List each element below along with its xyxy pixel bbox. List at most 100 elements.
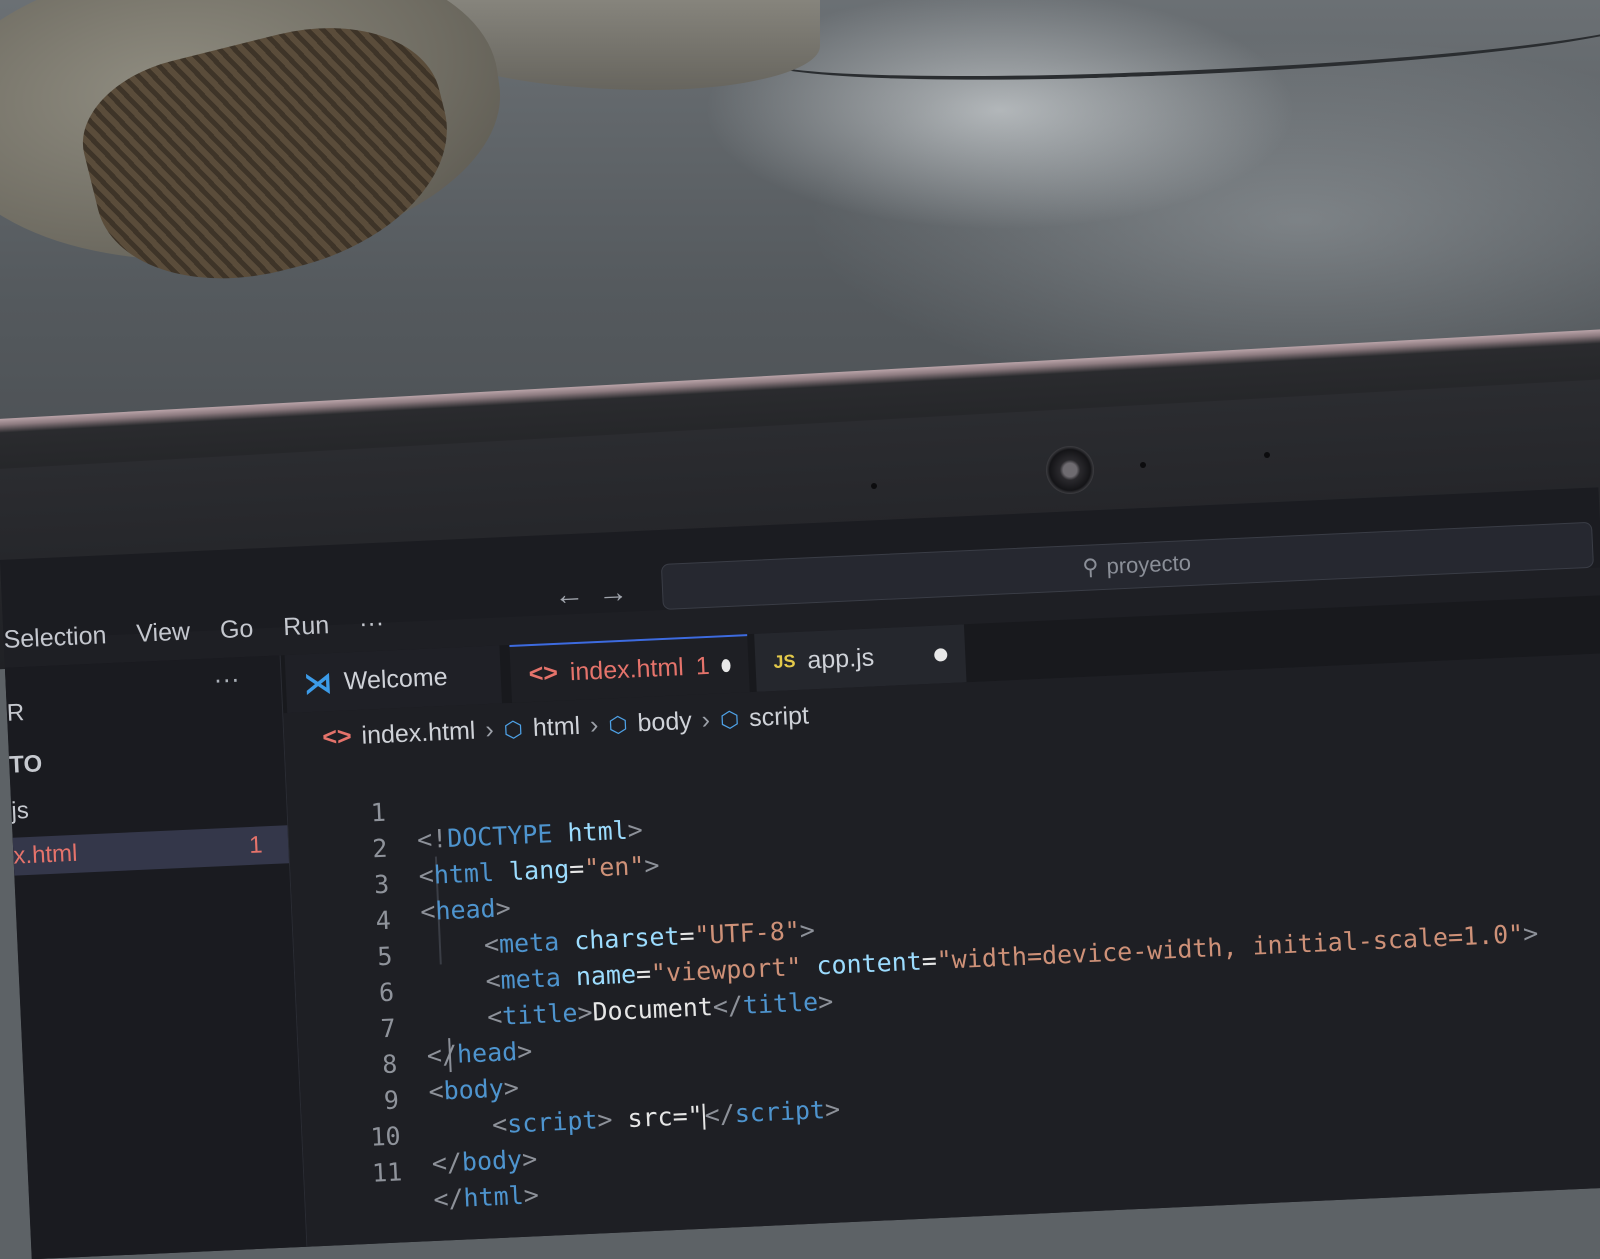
token-string: "UTF-8": [693, 916, 801, 950]
explorer-sidebar: ··· R TO js x.html 1: [4, 655, 308, 1259]
search-icon: ⚲: [1081, 554, 1100, 580]
token-bracket: <: [486, 1001, 503, 1032]
js-file-icon: JS: [772, 650, 796, 672]
code-line-active: 9 <script> src="</script>: [299, 1055, 840, 1139]
token-bracket: <: [419, 896, 437, 927]
token-attr: charset: [558, 921, 681, 957]
explorer-file-label: x.html: [12, 839, 79, 870]
breadcrumb-body[interactable]: body: [637, 707, 692, 738]
element-cube-icon: ⬡: [719, 706, 740, 732]
code-line: 7 </head>: [296, 984, 533, 1071]
token-bracket: >: [817, 986, 834, 1017]
token-eq: =: [568, 853, 585, 884]
webcam: [1046, 446, 1094, 494]
html-file-icon: <>: [528, 658, 559, 688]
token-tag: html: [433, 857, 495, 890]
token-tag: title: [742, 987, 819, 1020]
token-string: "viewport": [650, 952, 803, 988]
bezel-sensor: [871, 483, 877, 489]
token-bracket: >: [824, 1094, 841, 1125]
element-cube-icon: ⬡: [503, 715, 524, 742]
element-cube-icon: ⬡: [607, 711, 629, 738]
token-tag: html: [462, 1180, 525, 1213]
token-eq: =: [678, 920, 696, 951]
code-editor[interactable]: <> index.html › ⬡ html › ⬡ body › ⬡ scri…: [283, 653, 1600, 1253]
token-bracket: <: [483, 929, 500, 960]
bezel-sensor: [1264, 452, 1270, 458]
explorer-more-button[interactable]: ···: [213, 663, 240, 695]
token-text: src=": [611, 1100, 704, 1134]
token-bracket: >: [516, 1036, 533, 1067]
unsaved-dot-icon[interactable]: [933, 647, 948, 662]
token-text: Document: [591, 992, 714, 1027]
token-tag: meta: [498, 927, 560, 959]
token-bracket: >: [1522, 918, 1539, 949]
token-bracket: >: [521, 1144, 538, 1174]
explorer-file-app-js[interactable]: js: [11, 797, 30, 826]
explorer-folder[interactable]: TO: [9, 750, 43, 779]
tab-app-label: app.js: [806, 642, 875, 674]
code-line: 4 <meta charset="UTF-8">: [291, 876, 815, 960]
chevron-right-icon: ›: [484, 715, 495, 745]
tab-index-html[interactable]: <> index.html 1: [509, 634, 750, 703]
token-tag: head: [434, 893, 497, 926]
line-number: 11: [371, 1157, 403, 1188]
token-bracket: <: [427, 1076, 445, 1107]
explorer-problem-count: 1: [248, 831, 264, 859]
breadcrumb-file[interactable]: index.html: [361, 717, 476, 751]
menu-view[interactable]: View: [136, 617, 191, 648]
token-bracket: </: [712, 990, 744, 1022]
tab-app-js[interactable]: JS app.js: [754, 624, 967, 692]
html-file-icon: <>: [321, 722, 353, 752]
tab-welcome-label: Welcome: [343, 662, 449, 696]
cable: [758, 0, 1600, 90]
menu-run[interactable]: Run: [283, 611, 330, 642]
chevron-right-icon: ›: [701, 705, 711, 735]
breadcrumb-script[interactable]: script: [749, 701, 810, 733]
code-line: 11 </html>: [302, 1127, 539, 1214]
forward-arrow-icon[interactable]: →: [597, 575, 642, 610]
menu-go[interactable]: Go: [219, 615, 254, 645]
token-attr: lang: [493, 854, 570, 887]
token-bracket: <: [418, 860, 435, 891]
token-eq: =: [921, 945, 938, 976]
chevron-right-icon: ›: [589, 711, 600, 740]
token-bracket: </: [703, 1099, 736, 1130]
vscode-window: Selection View Go Run ··· ←→ ⚲ proyecto …: [0, 487, 1600, 1259]
token-bracket: <: [484, 965, 502, 996]
command-center-search[interactable]: ⚲ proyecto: [660, 521, 1594, 610]
code-line: 1 <!DOCTYPE html>: [286, 768, 643, 855]
breadcrumb-html[interactable]: html: [532, 712, 581, 743]
token-tag: script: [734, 1095, 826, 1129]
explorer-file-index-html[interactable]: x.html 1: [12, 825, 290, 876]
token-attr: content: [800, 946, 923, 982]
token-tag: script: [506, 1105, 599, 1139]
token-string: "en": [583, 851, 646, 883]
menu-more-button[interactable]: ···: [358, 609, 384, 639]
tab-index-label: index.html: [569, 652, 685, 686]
token-bracket: </: [431, 1147, 463, 1179]
token-bracket: >: [494, 893, 512, 923]
menu-selection[interactable]: Selection: [3, 621, 107, 655]
token-tag: DOCTYPE: [446, 819, 554, 853]
token-tag: title: [501, 998, 579, 1031]
token-tag: meta: [499, 963, 562, 995]
token-string: "width=device-width, initial-scale=1.0": [936, 919, 1524, 975]
token-tag: body: [461, 1144, 523, 1177]
back-arrow-icon[interactable]: ←: [553, 577, 598, 612]
code-line: 2 <html lang="en">: [288, 804, 660, 891]
code-line: 5 <meta name="viewport" content="width=d…: [293, 912, 1539, 996]
unsaved-dot-icon[interactable]: [721, 658, 731, 672]
token-tag: head: [456, 1037, 518, 1069]
nav-arrows: ←→: [553, 575, 642, 613]
token-bracket: <!: [416, 824, 448, 855]
token-bracket: </: [426, 1039, 458, 1071]
code-line: 6 <title>Document</title>: [294, 948, 833, 1032]
token-bracket: <: [491, 1109, 508, 1140]
token-attr: html: [551, 815, 629, 849]
token-eq: =: [635, 958, 652, 989]
token-bracket: >: [503, 1073, 520, 1103]
tab-welcome[interactable]: ⋊ Welcome: [284, 645, 503, 714]
code-line: 8 <body>: [297, 1020, 520, 1107]
token-bracket: >: [523, 1180, 540, 1210]
